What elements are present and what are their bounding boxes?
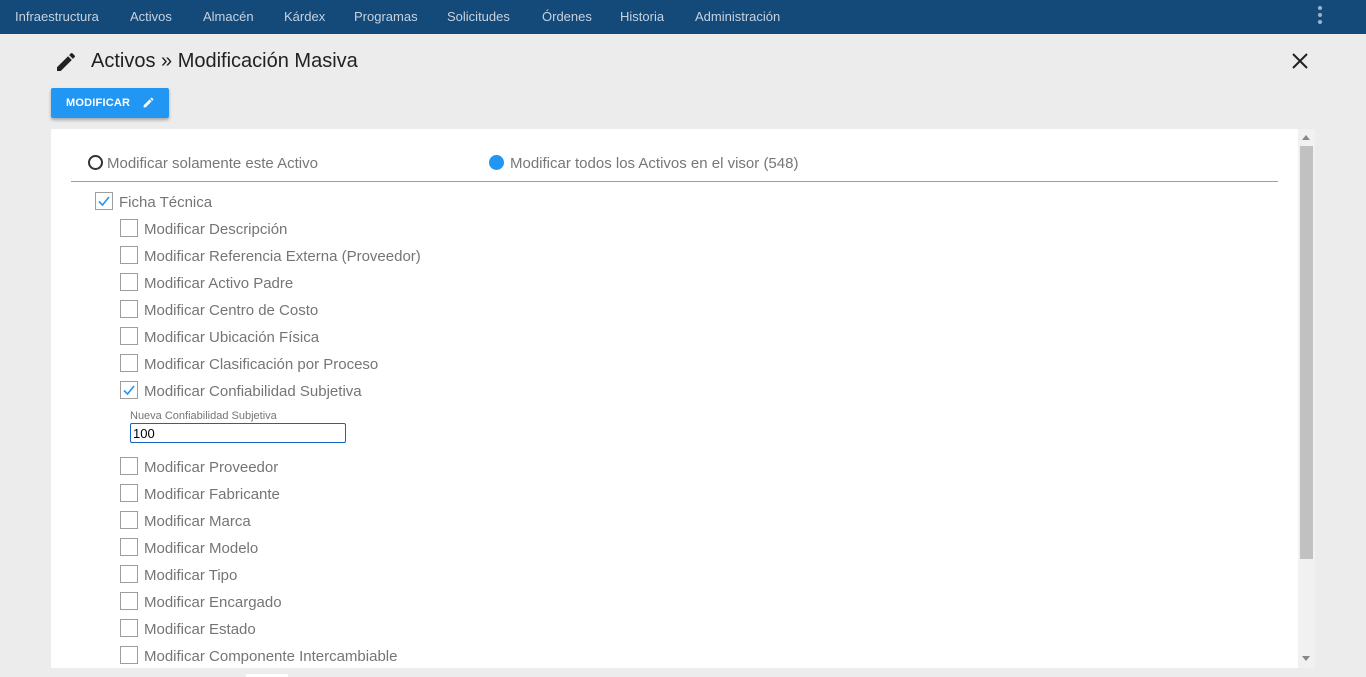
nav-item-administracion[interactable]: Administración (695, 0, 780, 34)
more-vert-icon[interactable] (1313, 5, 1327, 27)
nav-item-activos[interactable]: Activos (130, 0, 172, 34)
modificar-confiabilidad-subjetiva-label[interactable]: Modificar Confiabilidad Subjetiva (144, 383, 362, 400)
modify-button[interactable]: MODIFICAR (51, 88, 169, 118)
confiabilidad-field-label: Nueva Confiabilidad Subjetiva (130, 410, 277, 422)
ficha-tecnica-checkbox[interactable] (95, 192, 113, 210)
modificar-encargado-label[interactable]: Modificar Encargado (144, 594, 282, 611)
nav-item-programas[interactable]: Programas (354, 0, 418, 34)
modificar-proveedor-checkbox[interactable] (120, 457, 138, 475)
modificar-confiabilidad-subjetiva-checkbox[interactable] (120, 381, 138, 399)
scroll-up-arrow-icon[interactable] (1302, 135, 1310, 140)
confiabilidad-input[interactable] (130, 423, 346, 443)
modificar-marca-label[interactable]: Modificar Marca (144, 513, 251, 530)
modificar-tipo-checkbox[interactable] (120, 565, 138, 583)
modificar-proveedor-label[interactable]: Modificar Proveedor (144, 459, 278, 476)
modificar-ubicacion-fisica-checkbox[interactable] (120, 327, 138, 345)
ficha-tecnica-label[interactable]: Ficha Técnica (119, 194, 212, 211)
modificar-clasificacion-por-proceso-checkbox[interactable] (120, 354, 138, 372)
radio-single-asset-label[interactable]: Modificar solamente este Activo (107, 155, 318, 172)
modificar-componente-intercambiable-label[interactable]: Modificar Componente Intercambiable (144, 648, 397, 665)
modificar-modelo-checkbox[interactable] (120, 538, 138, 556)
modificar-fabricante-label[interactable]: Modificar Fabricante (144, 486, 280, 503)
modificar-activo-padre-checkbox[interactable] (120, 273, 138, 291)
nav-item-almacen[interactable]: Almacén (203, 0, 254, 34)
modificar-estado-label[interactable]: Modificar Estado (144, 621, 256, 638)
top-nav: Infraestructura Activos Almacén Kárdex P… (0, 0, 1366, 34)
divider (71, 181, 1278, 182)
close-icon[interactable] (1288, 49, 1312, 73)
modificar-centro-de-costo-label[interactable]: Modificar Centro de Costo (144, 302, 318, 319)
modificar-fabricante-checkbox[interactable] (120, 484, 138, 502)
radio-single-asset[interactable] (88, 155, 103, 170)
modificar-activo-padre-label[interactable]: Modificar Activo Padre (144, 275, 293, 292)
scroll-down-arrow-icon[interactable] (1302, 656, 1310, 661)
modification-panel: Modificar solamente este Activo Modifica… (51, 129, 1298, 668)
modificar-descripcion-checkbox[interactable] (120, 219, 138, 237)
modificar-referencia-externa-proveedor-checkbox[interactable] (120, 246, 138, 264)
radio-all-assets[interactable] (489, 155, 504, 170)
check-icon (123, 385, 135, 396)
scroll-thumb[interactable] (1300, 146, 1313, 559)
modificar-marca-checkbox[interactable] (120, 511, 138, 529)
modificar-referencia-externa-proveedor-label[interactable]: Modificar Referencia Externa (Proveedor) (144, 248, 421, 265)
modificar-ubicacion-fisica-label[interactable]: Modificar Ubicación Física (144, 329, 319, 346)
modificar-descripcion-label[interactable]: Modificar Descripción (144, 221, 287, 238)
modificar-tipo-label[interactable]: Modificar Tipo (144, 567, 237, 584)
modify-button-label: MODIFICAR (66, 97, 131, 109)
nav-item-solicitudes[interactable]: Solicitudes (447, 0, 510, 34)
pencil-icon (57, 52, 76, 71)
modificar-clasificacion-por-proceso-label[interactable]: Modificar Clasificación por Proceso (144, 356, 378, 373)
modificar-modelo-label[interactable]: Modificar Modelo (144, 540, 258, 557)
modificar-encargado-checkbox[interactable] (120, 592, 138, 610)
nav-item-ordenes[interactable]: Órdenes (542, 0, 592, 34)
modificar-estado-checkbox[interactable] (120, 619, 138, 637)
nav-item-kardex[interactable]: Kárdex (284, 0, 325, 34)
pencil-icon (143, 97, 154, 108)
nav-item-infraestructura[interactable]: Infraestructura (15, 0, 99, 34)
radio-all-assets-label[interactable]: Modificar todos los Activos en el visor … (510, 155, 798, 172)
nav-item-historia[interactable]: Historia (620, 0, 664, 34)
page-title: Activos » Modificación Masiva (91, 50, 358, 72)
modificar-centro-de-costo-checkbox[interactable] (120, 300, 138, 318)
modificar-componente-intercambiable-checkbox[interactable] (120, 646, 138, 664)
check-icon (98, 196, 110, 207)
scrollbar[interactable] (1298, 129, 1315, 668)
